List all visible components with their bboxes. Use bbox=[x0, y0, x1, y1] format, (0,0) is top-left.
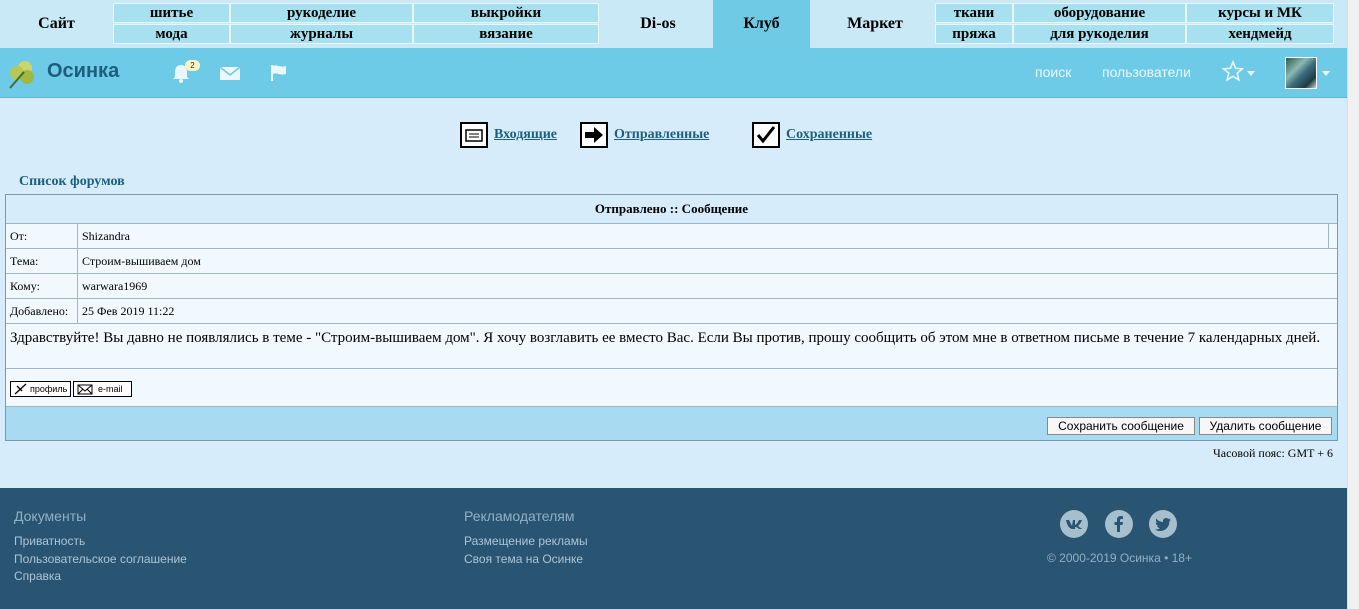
footer-link-ads[interactable]: Размещение рекламы bbox=[464, 534, 588, 548]
saved-link[interactable]: Сохраненные bbox=[752, 122, 872, 148]
field-row-from: От: Shizandra bbox=[6, 224, 1337, 249]
notification-badge: 2 bbox=[185, 60, 200, 71]
facebook-icon[interactable] bbox=[1105, 510, 1133, 538]
footer-ads-title: Рекламодателям bbox=[464, 508, 575, 524]
nav-yarn[interactable]: пряжа bbox=[935, 24, 1013, 44]
field-label: Тема: bbox=[6, 249, 78, 273]
nav-magazines[interactable]: журналы bbox=[230, 24, 413, 44]
nav-knitting[interactable]: вязание bbox=[413, 24, 599, 44]
copyright: © 2000-2019 Осинка • 18+ bbox=[1047, 551, 1192, 565]
vk-icon[interactable] bbox=[1060, 510, 1088, 538]
nav-equipment[interactable]: оборудование bbox=[1013, 3, 1186, 23]
field-label: Добавлено: bbox=[6, 299, 78, 323]
flag-icon[interactable] bbox=[268, 62, 290, 84]
nav-club[interactable]: Клуб bbox=[713, 0, 810, 48]
vertical-scrollbar[interactable] bbox=[1347, 0, 1359, 609]
page: Сайт шитье рукоделие выкройки мода журна… bbox=[0, 0, 1347, 609]
envelope-icon[interactable] bbox=[219, 62, 241, 84]
nav-fashion[interactable]: мода bbox=[113, 24, 230, 44]
profile-button[interactable]: профиль bbox=[10, 381, 72, 397]
site-footer: Документы Приватность Пользовательское с… bbox=[0, 488, 1347, 609]
footer-link-privacy[interactable]: Приватность bbox=[14, 534, 85, 548]
footer-link-agreement[interactable]: Пользовательское соглашение bbox=[14, 552, 187, 566]
save-message-button[interactable]: Сохранить сообщение bbox=[1047, 417, 1195, 435]
field-label: Кому: bbox=[6, 274, 78, 298]
star-icon[interactable] bbox=[1222, 60, 1244, 82]
profile-button-label: профиль bbox=[30, 384, 68, 394]
saved-label: Сохраненные bbox=[786, 127, 873, 142]
inbox-label: Входящие bbox=[494, 127, 557, 142]
nav-site[interactable]: Сайт bbox=[0, 0, 113, 48]
message-heading: Отправлено :: Сообщение bbox=[6, 195, 1337, 224]
nav-sewing[interactable]: шитье bbox=[113, 3, 230, 23]
row-end-cell bbox=[1328, 224, 1337, 248]
divider bbox=[6, 368, 1337, 369]
checkmark-icon bbox=[752, 122, 780, 148]
site-header: Осинка 2 поиск пользователи bbox=[0, 48, 1347, 98]
delete-message-button[interactable]: Удалить сообщение bbox=[1199, 417, 1332, 435]
message-body: Здравствуйте! Вы давно не появлялись в т… bbox=[10, 330, 1321, 346]
field-row-subject: Тема: Строим-вышиваем дом bbox=[6, 249, 1337, 274]
leaf-logo-icon[interactable] bbox=[6, 56, 40, 90]
message-actions: Сохранить сообщение Удалить сообщение bbox=[6, 406, 1337, 440]
email-button[interactable]: e-mail bbox=[73, 381, 132, 397]
nav-handicraft[interactable]: рукоделие bbox=[230, 3, 413, 23]
nav-patterns[interactable]: выкройки bbox=[413, 3, 599, 23]
message-panel: Отправлено :: Сообщение От: Shizandra Те… bbox=[5, 194, 1338, 441]
site-logo-text[interactable]: Осинка bbox=[47, 60, 119, 83]
nav-courses[interactable]: курсы и МК bbox=[1186, 3, 1334, 23]
envelope-small-icon bbox=[77, 384, 93, 394]
field-value: 25 Фев 2019 11:22 bbox=[82, 304, 175, 318]
avatar-chevron-down-icon[interactable] bbox=[1322, 71, 1330, 76]
footer-docs-title: Документы bbox=[14, 508, 87, 524]
twitter-icon[interactable] bbox=[1149, 510, 1177, 538]
forum-list-link[interactable]: Список форумов bbox=[19, 174, 125, 190]
footer-link-help[interactable]: Справка bbox=[14, 569, 61, 583]
nav-dios[interactable]: Di-os bbox=[603, 0, 713, 48]
field-value: warwara1969 bbox=[82, 279, 148, 293]
timezone-label: Часовой пояс: GMT + 6 bbox=[1212, 446, 1333, 460]
sent-link[interactable]: Отправленные bbox=[580, 122, 709, 148]
chevron-down-icon[interactable] bbox=[1247, 71, 1255, 76]
sent-label: Отправленные bbox=[614, 127, 710, 142]
arrow-right-icon bbox=[580, 122, 608, 148]
nav-for-handicraft[interactable]: для рукоделия bbox=[1013, 24, 1186, 44]
email-button-label: e-mail bbox=[98, 384, 123, 394]
profile-icon bbox=[14, 383, 27, 395]
users-link[interactable]: пользователи bbox=[1102, 64, 1191, 80]
field-value: Shizandra bbox=[82, 229, 130, 243]
inbox-icon bbox=[460, 122, 488, 148]
nav-market[interactable]: Маркет bbox=[820, 0, 930, 48]
field-label: От: bbox=[6, 224, 78, 248]
field-row-date: Добавлено: 25 Фев 2019 11:22 bbox=[6, 299, 1337, 324]
avatar[interactable] bbox=[1285, 57, 1317, 89]
field-value: Строим-вышиваем дом bbox=[82, 254, 201, 268]
search-link[interactable]: поиск bbox=[1035, 64, 1071, 80]
footer-link-own-topic[interactable]: Своя тема на Осинке bbox=[464, 552, 583, 566]
inbox-link[interactable]: Входящие bbox=[460, 122, 557, 148]
nav-fabrics[interactable]: ткани bbox=[935, 3, 1013, 23]
nav-handmade[interactable]: хендмейд bbox=[1186, 24, 1334, 44]
top-nav: Сайт шитье рукоделие выкройки мода журна… bbox=[0, 0, 1347, 48]
field-row-to: Кому: warwara1969 bbox=[6, 274, 1337, 299]
